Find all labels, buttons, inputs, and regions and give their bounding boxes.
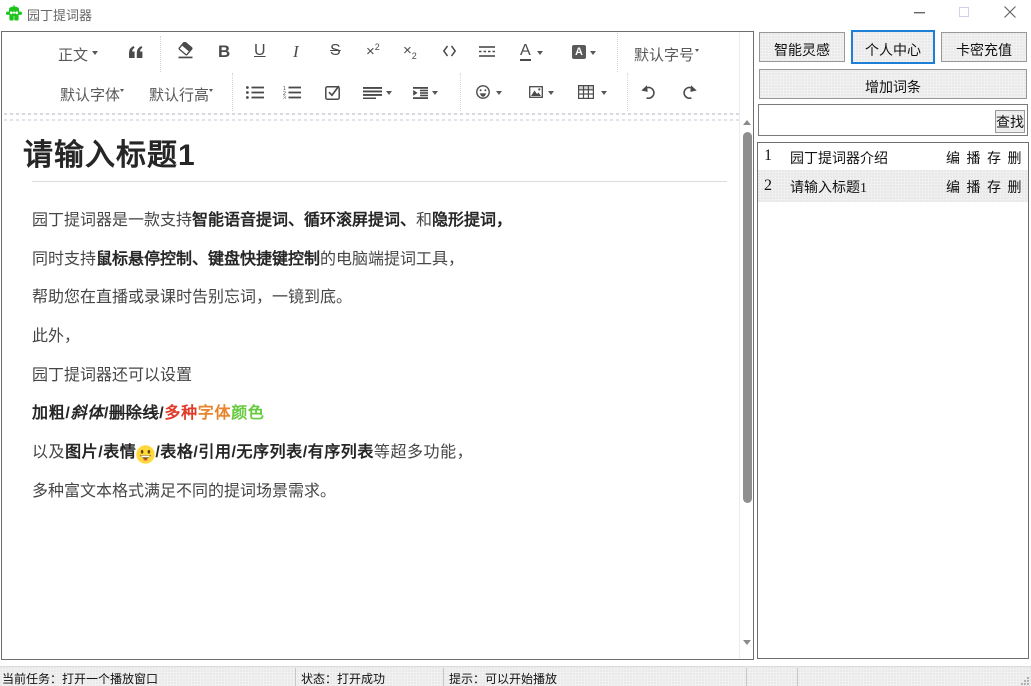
svg-text:3: 3 — [283, 96, 286, 99]
